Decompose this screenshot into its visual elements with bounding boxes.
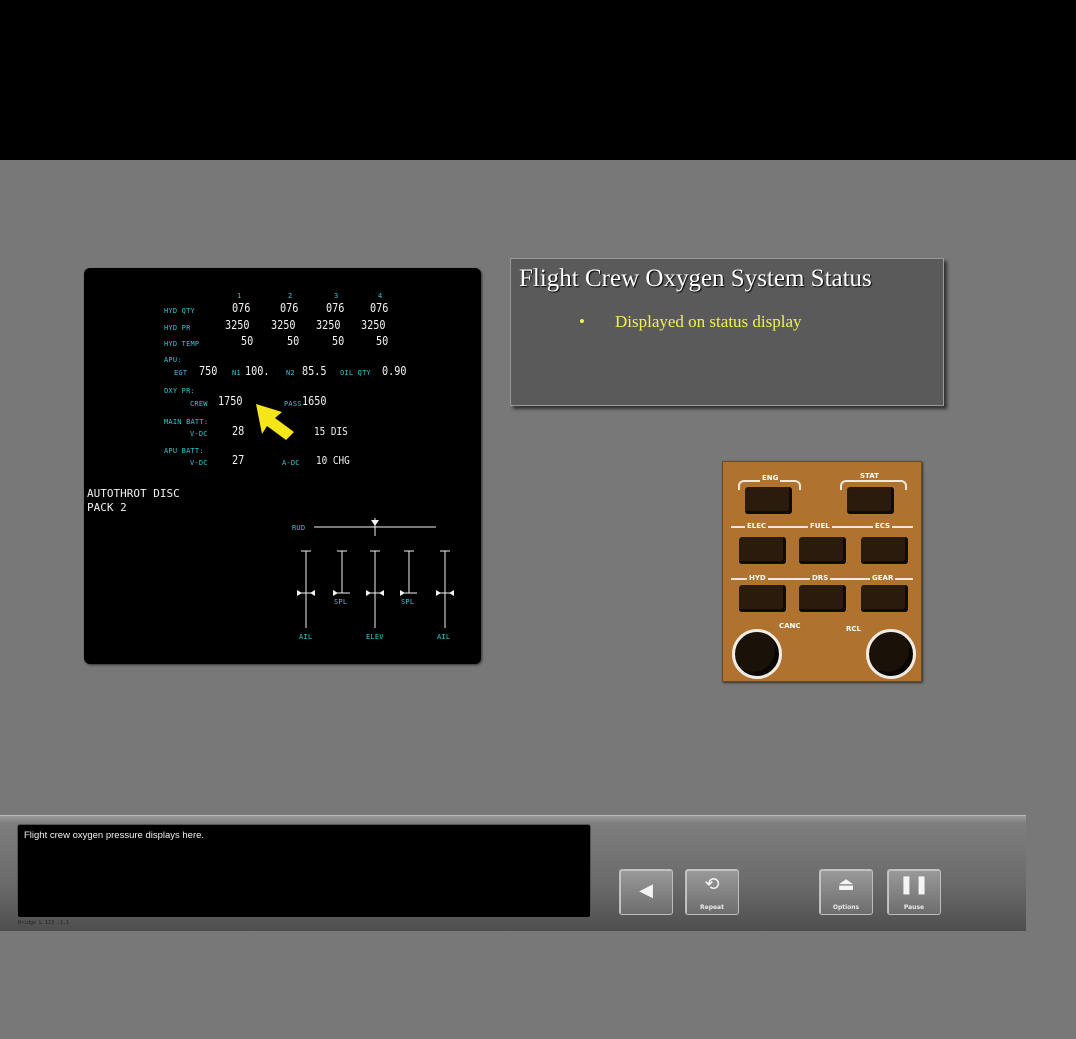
spoiler-left-label: SPL	[334, 598, 348, 606]
slide-title-box: Flight Crew Oxygen System Status • Displ…	[510, 258, 944, 406]
stat-button[interactable]	[847, 487, 894, 514]
rcl-button[interactable]	[866, 629, 916, 679]
hyd-label: HYD	[747, 574, 768, 582]
back-arrow-icon: ◀	[639, 880, 653, 901]
eng-button[interactable]	[745, 487, 792, 514]
fuel-button[interactable]	[799, 537, 846, 564]
gear-label: GEAR	[870, 574, 896, 582]
repeat-button[interactable]: ⟲ Repeat	[685, 869, 739, 915]
rcl-label: RCL	[846, 625, 861, 633]
slide-bullet-text: Displayed on status display	[615, 312, 802, 331]
elec-button[interactable]	[739, 537, 786, 564]
fuel-label: FUEL	[808, 522, 832, 530]
aileron-left-label: AIL	[299, 633, 313, 641]
status-display: 1 2 3 4 HYD QTY 076 076 076 076 HYD PR 3…	[84, 268, 481, 664]
canc-label: CANC	[779, 622, 801, 630]
options-button[interactable]: ⏏ Options	[819, 869, 873, 915]
display-select-panel: ENG STAT ELEC FUEL ECS HYD DRS GEAR CANC…	[722, 461, 922, 682]
bullet-icon: •	[579, 312, 585, 331]
hyd-button[interactable]	[739, 585, 786, 612]
drs-label: DRS	[810, 574, 831, 582]
eng-label: ENG	[760, 474, 781, 482]
pointer-arrow-icon	[256, 404, 294, 440]
gear-button[interactable]	[861, 585, 908, 612]
slide-title: Flight Crew Oxygen System Status	[519, 265, 872, 292]
flight-control-surfaces-diagram	[297, 518, 454, 628]
elevator-label: ELEV	[366, 633, 384, 641]
drs-button[interactable]	[799, 585, 846, 612]
eject-icon: ⏏	[837, 874, 855, 895]
ecs-button[interactable]	[861, 537, 908, 564]
top-black-bar	[0, 0, 1076, 160]
rudder-label: RUD	[292, 524, 306, 532]
stat-label: STAT	[858, 472, 881, 480]
footer-small-text: Bridge L.113 .1.1	[18, 920, 70, 926]
caption-text: Flight crew oxygen pressure displays her…	[24, 830, 205, 841]
repeat-icon: ⟲	[704, 874, 720, 895]
canc-button[interactable]	[732, 629, 782, 679]
repeat-label: Repeat	[700, 904, 724, 911]
back-button[interactable]: ◀	[619, 869, 673, 915]
elec-label: ELEC	[745, 522, 769, 530]
ecs-label: ECS	[873, 522, 893, 530]
pause-button[interactable]: ❚❚ Pause	[887, 869, 941, 915]
pause-label: Pause	[903, 904, 925, 911]
spoiler-right-label: SPL	[401, 598, 415, 606]
pause-icon: ❚❚	[898, 874, 930, 895]
caption-box: Flight crew oxygen pressure displays her…	[17, 824, 591, 918]
options-label: Options	[832, 904, 860, 911]
aileron-right-label: AIL	[437, 633, 451, 641]
